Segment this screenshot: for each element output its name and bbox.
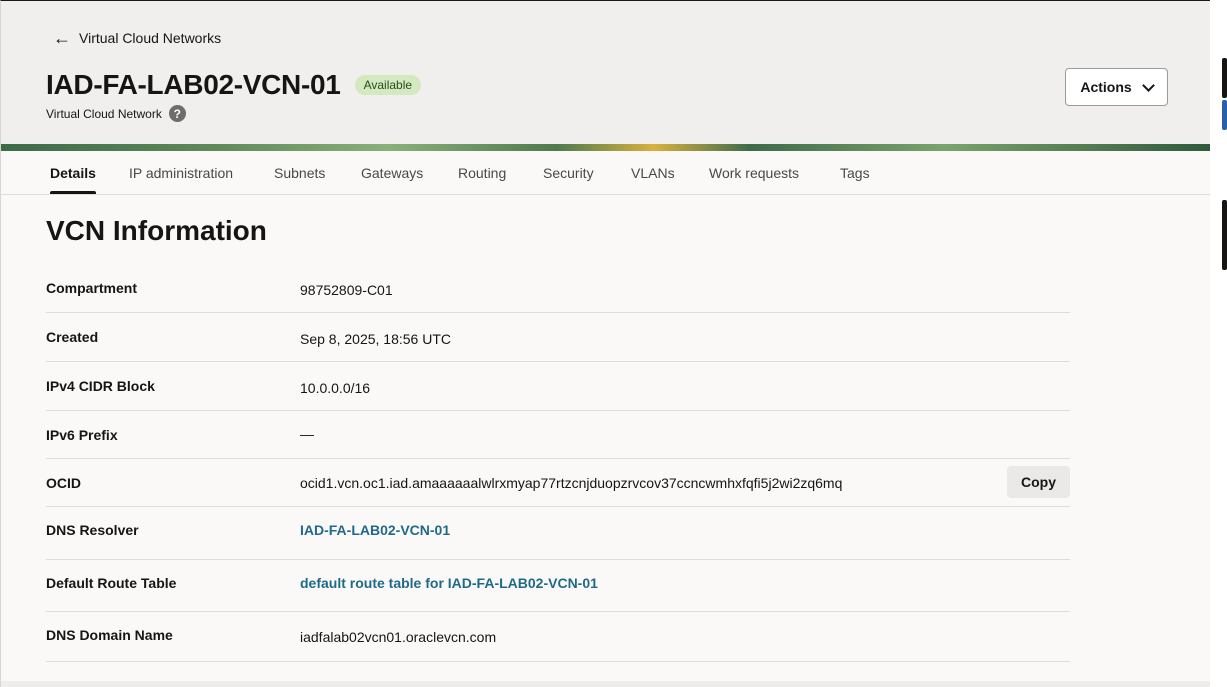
row-dns-resolver: DNS Resolver IAD-FA-LAB02-VCN-01 — [46, 507, 1070, 560]
row-compartment: Compartment 98752809-C01 — [46, 265, 1070, 313]
actions-label: Actions — [1080, 79, 1132, 95]
tab-security[interactable]: Security — [543, 151, 594, 194]
ipv4-cidr-label: IPv4 CIDR Block — [46, 378, 155, 394]
decorative-banner — [1, 144, 1210, 151]
ipv4-cidr-value: 10.0.0.0/16 — [300, 380, 371, 396]
back-to-vcns-link[interactable]: ← Virtual Cloud Networks — [53, 29, 221, 47]
status-badge: Available — [354, 75, 422, 95]
copy-ocid-button[interactable]: Copy — [1007, 466, 1070, 498]
row-default-route-table: Default Route Table default route table … — [46, 560, 1070, 612]
compartment-label: Compartment — [46, 280, 138, 296]
dns-resolver-link[interactable]: IAD-FA-LAB02-VCN-01 — [300, 522, 450, 538]
console-frame: ← Virtual Cloud Networks IAD-FA-LAB02-VC… — [0, 0, 1210, 687]
chevron-down-icon — [1141, 78, 1155, 92]
page-header: ← Virtual Cloud Networks IAD-FA-LAB02-VC… — [1, 1, 1210, 144]
created-value: Sep 8, 2025, 18:56 UTC — [300, 331, 451, 347]
ocid-label: OCID — [46, 475, 81, 491]
tab-bar: Details IP administration Subnets Gatewa… — [1, 151, 1210, 195]
ipv6-prefix-label: IPv6 Prefix — [46, 427, 118, 443]
edge-divider — [1222, 200, 1227, 270]
tab-tags[interactable]: Tags — [840, 151, 870, 194]
page-title: IAD-FA-LAB02-VCN-01 — [46, 69, 341, 100]
edge-divider — [1222, 100, 1227, 130]
section-title: VCN Information — [46, 215, 267, 246]
default-route-table-label: Default Route Table — [46, 575, 177, 591]
dns-domain-name-value: iadfalab02vcn01.oraclevcn.com — [300, 629, 497, 645]
resource-type: Virtual Cloud Network ? — [46, 105, 186, 122]
ocid-value: ocid1.vcn.oc1.iad.amaaaaaalwlrxmyap77rtz… — [300, 475, 843, 491]
bottom-strip — [1, 681, 1210, 687]
row-ipv6-prefix: IPv6 Prefix — — [46, 411, 1070, 459]
edge-divider — [1222, 58, 1227, 98]
dns-domain-name-label: DNS Domain Name — [46, 627, 173, 643]
row-ipv4-cidr: IPv4 CIDR Block 10.0.0.0/16 — [46, 362, 1070, 411]
row-dns-domain-name: DNS Domain Name iadfalab02vcn01.oraclevc… — [46, 612, 1070, 662]
back-link-label: Virtual Cloud Networks — [79, 30, 222, 46]
help-icon[interactable]: ? — [168, 105, 186, 122]
tab-gateways[interactable]: Gateways — [361, 151, 423, 194]
tab-vlans[interactable]: VLANs — [631, 151, 675, 194]
tab-work-requests[interactable]: Work requests — [709, 151, 799, 194]
ipv6-prefix-value: — — [300, 426, 314, 442]
resource-type-label: Virtual Cloud Network — [46, 106, 162, 121]
actions-button[interactable]: Actions — [1065, 68, 1168, 106]
tab-subnets[interactable]: Subnets — [274, 151, 325, 194]
row-created: Created Sep 8, 2025, 18:56 UTC — [46, 313, 1070, 362]
tab-routing[interactable]: Routing — [458, 151, 506, 194]
tab-ip-administration[interactable]: IP administration — [129, 151, 233, 194]
tab-details[interactable]: Details — [50, 151, 96, 194]
created-label: Created — [46, 329, 99, 345]
default-route-table-link[interactable]: default route table for IAD-FA-LAB02-VCN… — [300, 575, 598, 591]
dns-resolver-label: DNS Resolver — [46, 522, 139, 538]
title-row: IAD-FA-LAB02-VCN-01 Available — [46, 69, 422, 101]
row-ocid: OCID ocid1.vcn.oc1.iad.amaaaaaalwlrxmyap… — [46, 459, 1070, 507]
compartment-value: 98752809-C01 — [300, 282, 393, 298]
arrow-left-icon: ← — [53, 28, 71, 48]
